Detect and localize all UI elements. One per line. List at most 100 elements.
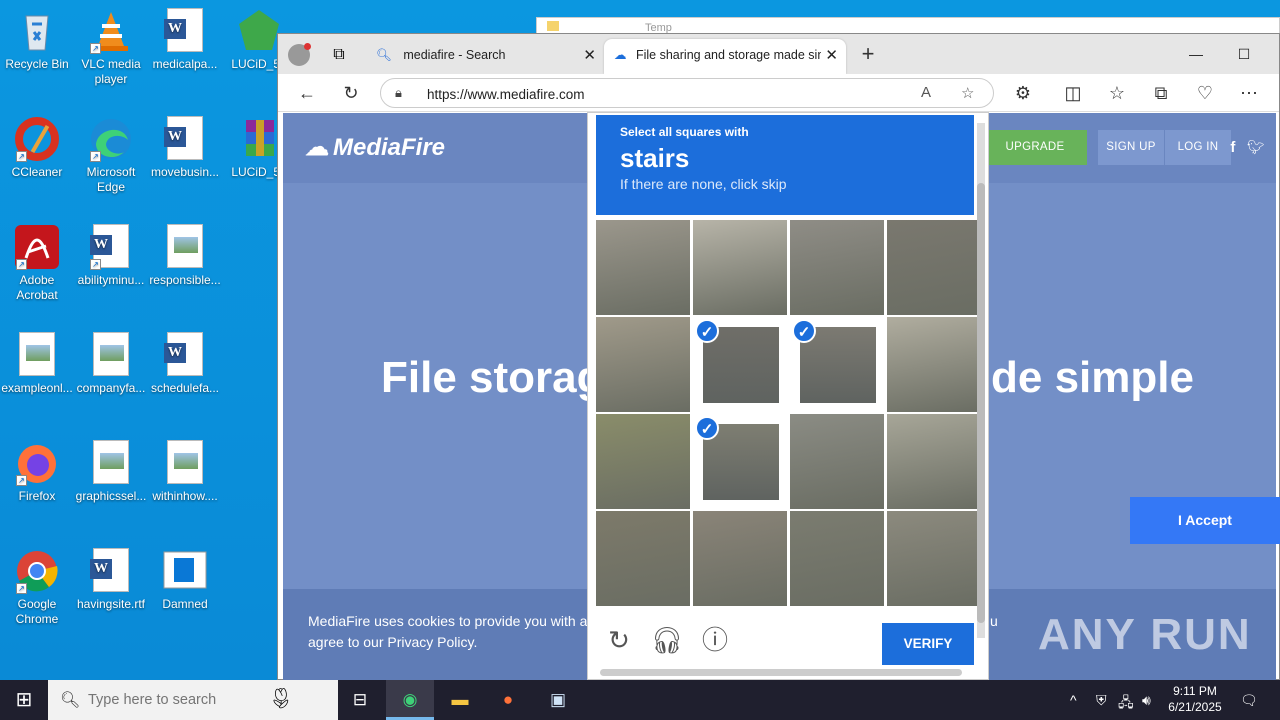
taskbar-file-explorer-icon[interactable]: ▬ <box>436 680 484 720</box>
captcha-tile[interactable] <box>887 220 981 315</box>
desktop-icon-damned[interactable]: Damned <box>148 548 222 612</box>
horizontal-scrollbar[interactable] <box>600 669 962 676</box>
image-file-icon <box>88 440 134 486</box>
favorite-star-icon[interactable]: ☆ <box>961 84 974 102</box>
captcha-tile[interactable] <box>596 511 690 606</box>
task-view-icon[interactable]: ⊟ <box>336 680 384 720</box>
audio-challenge-icon[interactable]: 🎧︎ <box>650 623 684 657</box>
captcha-tile[interactable] <box>790 220 884 315</box>
login-button[interactable]: LOG IN <box>1165 130 1231 165</box>
tab-mediafire-search[interactable]: 🔍︎ mediafire - Search ✕ <box>366 39 604 74</box>
read-aloud-icon[interactable]: A <box>921 84 931 101</box>
reload-icon[interactable]: ↻ <box>602 623 636 657</box>
desktop-icon-ccleaner[interactable]: ↗ CCleaner <box>0 116 74 180</box>
taskbar-app-icon[interactable]: ▣ <box>534 680 582 720</box>
taskbar-search[interactable]: 🔍︎ 🌷︎ <box>48 680 338 720</box>
twitter-icon[interactable]: 🐦︎ <box>1245 130 1267 165</box>
captcha-tile[interactable] <box>693 220 787 315</box>
captcha-tile[interactable] <box>596 317 690 412</box>
facebook-icon[interactable]: f <box>1223 130 1243 165</box>
taskbar-edge-icon[interactable]: ◉ <box>386 680 434 720</box>
desktop-icon-movebusin[interactable]: W movebusin... <box>148 116 222 180</box>
captcha-tile[interactable]: ✓ <box>790 317 884 412</box>
desktop-icon-label: Microsoft Edge <box>86 165 136 194</box>
captcha-tile[interactable] <box>693 511 787 606</box>
captcha-tile[interactable]: ✓ <box>693 414 787 509</box>
taskbar-search-input[interactable] <box>88 689 278 711</box>
captcha-tile[interactable] <box>790 511 884 606</box>
captcha-tile[interactable] <box>596 414 690 509</box>
scrollbar-thumb[interactable] <box>977 183 985 623</box>
url-input[interactable] <box>427 84 907 104</box>
clock-time: 9:11 PM <box>1173 684 1217 698</box>
desktop-icon-exampleonl[interactable]: exampleonl... <box>0 332 74 396</box>
more-menu-icon[interactable]: ⋯ <box>1234 79 1264 107</box>
minimize-button[interactable]: — <box>1173 40 1219 68</box>
desktop-icon-companyfa[interactable]: companyfa... <box>74 332 148 396</box>
address-bar[interactable]: 🔒︎ A ☆ <box>380 78 994 108</box>
captcha-tile[interactable] <box>596 220 690 315</box>
volume-icon[interactable]: 🔊︎ <box>1142 692 1151 709</box>
captcha-tile[interactable]: ✓ <box>693 317 787 412</box>
desktop-icon-medicalpa[interactable]: W medicalpa... <box>148 8 222 72</box>
mediafire-logo[interactable]: ☁ MediaFire <box>305 133 445 162</box>
close-tab-icon[interactable]: ✕ <box>583 39 596 72</box>
word-doc-icon: W <box>162 8 208 54</box>
captcha-instruction: Select all squares with <box>620 125 749 139</box>
desktop-icon-recycle-bin[interactable]: Recycle Bin <box>0 8 74 72</box>
system-clock[interactable]: 9:11 PM 6/21/2025 <box>1160 683 1230 715</box>
desktop-icon-microsoft-edge[interactable]: ↗ Microsoft Edge <box>74 116 148 195</box>
start-button[interactable]: ⊞ <box>0 680 48 720</box>
new-tab-button[interactable]: + <box>854 42 882 68</box>
notifications-icon[interactable]: 🗨︎ <box>1240 692 1258 709</box>
split-screen-icon[interactable]: ◫ <box>1058 79 1088 107</box>
extensions-icon[interactable]: ⚙ <box>1008 79 1038 107</box>
desktop-icon-adobe-acrobat[interactable]: ↗ Adobe Acrobat <box>0 224 74 303</box>
taskbar-firefox-icon[interactable]: ● <box>484 680 532 720</box>
captcha-tile[interactable] <box>887 317 981 412</box>
desktop-icon-label: Google Chrome <box>15 597 59 626</box>
upgrade-button[interactable]: UPGRADE <box>983 130 1087 165</box>
desktop-icon-label: schedulefa... <box>150 381 220 395</box>
refresh-button[interactable]: ↻ <box>336 79 366 107</box>
word-doc-icon: W <box>162 332 208 378</box>
back-button[interactable]: ← <box>292 79 322 107</box>
vertical-scrollbar[interactable] <box>977 123 985 638</box>
desktop-icon-abilityminu[interactable]: W ↗ abilityminu... <box>74 224 148 288</box>
captcha-tile[interactable] <box>887 511 981 606</box>
desktop-icon-label: graphicssel... <box>75 489 147 503</box>
desktop-icon-schedulefa[interactable]: W schedulefa... <box>148 332 222 396</box>
captcha-grid: ✓ ✓ ✓ <box>596 220 981 608</box>
favorites-icon[interactable]: ☆ <box>1102 79 1132 107</box>
folder-icon <box>547 21 559 31</box>
security-tray-icon[interactable]: ⛨ <box>1096 692 1107 709</box>
maximize-button[interactable]: ☐ <box>1221 40 1267 68</box>
tab-actions-icon[interactable]: ⧉ <box>328 44 350 66</box>
desktop-icon-responsible[interactable]: responsible... <box>148 224 222 288</box>
close-tab-icon[interactable]: ✕ <box>821 39 838 72</box>
desktop-icon-vlc[interactable]: ↗ VLC media player <box>74 8 148 87</box>
desktop-icon-graphicssel[interactable]: graphicssel... <box>74 440 148 504</box>
check-icon: ✓ <box>792 319 816 343</box>
captcha-tile[interactable] <box>790 414 884 509</box>
collections-icon[interactable]: ⧉ <box>1146 79 1176 107</box>
info-icon[interactable]: ⓘ <box>698 623 732 657</box>
browser-essentials-icon[interactable]: ♡ <box>1190 79 1220 107</box>
image-file-icon <box>162 440 208 486</box>
captcha-tile[interactable] <box>887 414 981 509</box>
accept-cookies-button[interactable]: I Accept <box>1130 497 1280 544</box>
desktop-icon-withinhow[interactable]: withinhow.... <box>148 440 222 504</box>
desktop-icon-google-chrome[interactable]: ↗ Google Chrome <box>0 548 74 627</box>
show-hidden-icons-icon[interactable]: ^ <box>1070 692 1077 708</box>
profile-avatar[interactable] <box>288 43 311 66</box>
mediafire-favicon-icon: ☁ <box>614 48 627 62</box>
network-icon[interactable]: 🖧︎ <box>1118 692 1134 716</box>
desktop-icon-firefox[interactable]: ↗ Firefox <box>0 440 74 504</box>
desktop-icon-havingsite[interactable]: W havingsite.rtf <box>74 548 148 612</box>
signup-button[interactable]: SIGN UP <box>1098 130 1164 165</box>
desktop-icon-label: havingsite.rtf <box>76 597 146 611</box>
tab-mediafire[interactable]: ☁ File sharing and storage made sin ✕ <box>604 39 846 74</box>
taskbar: ⊞ 🔍︎ 🌷︎ ⊟ ◉ ▬ ● ▣ ^ ⛨ 🖧︎ 🔊︎ 9:11 PM 6/21… <box>0 680 1280 720</box>
desktop-icon-label: responsible... <box>149 273 221 287</box>
verify-button[interactable]: VERIFY <box>882 623 974 665</box>
